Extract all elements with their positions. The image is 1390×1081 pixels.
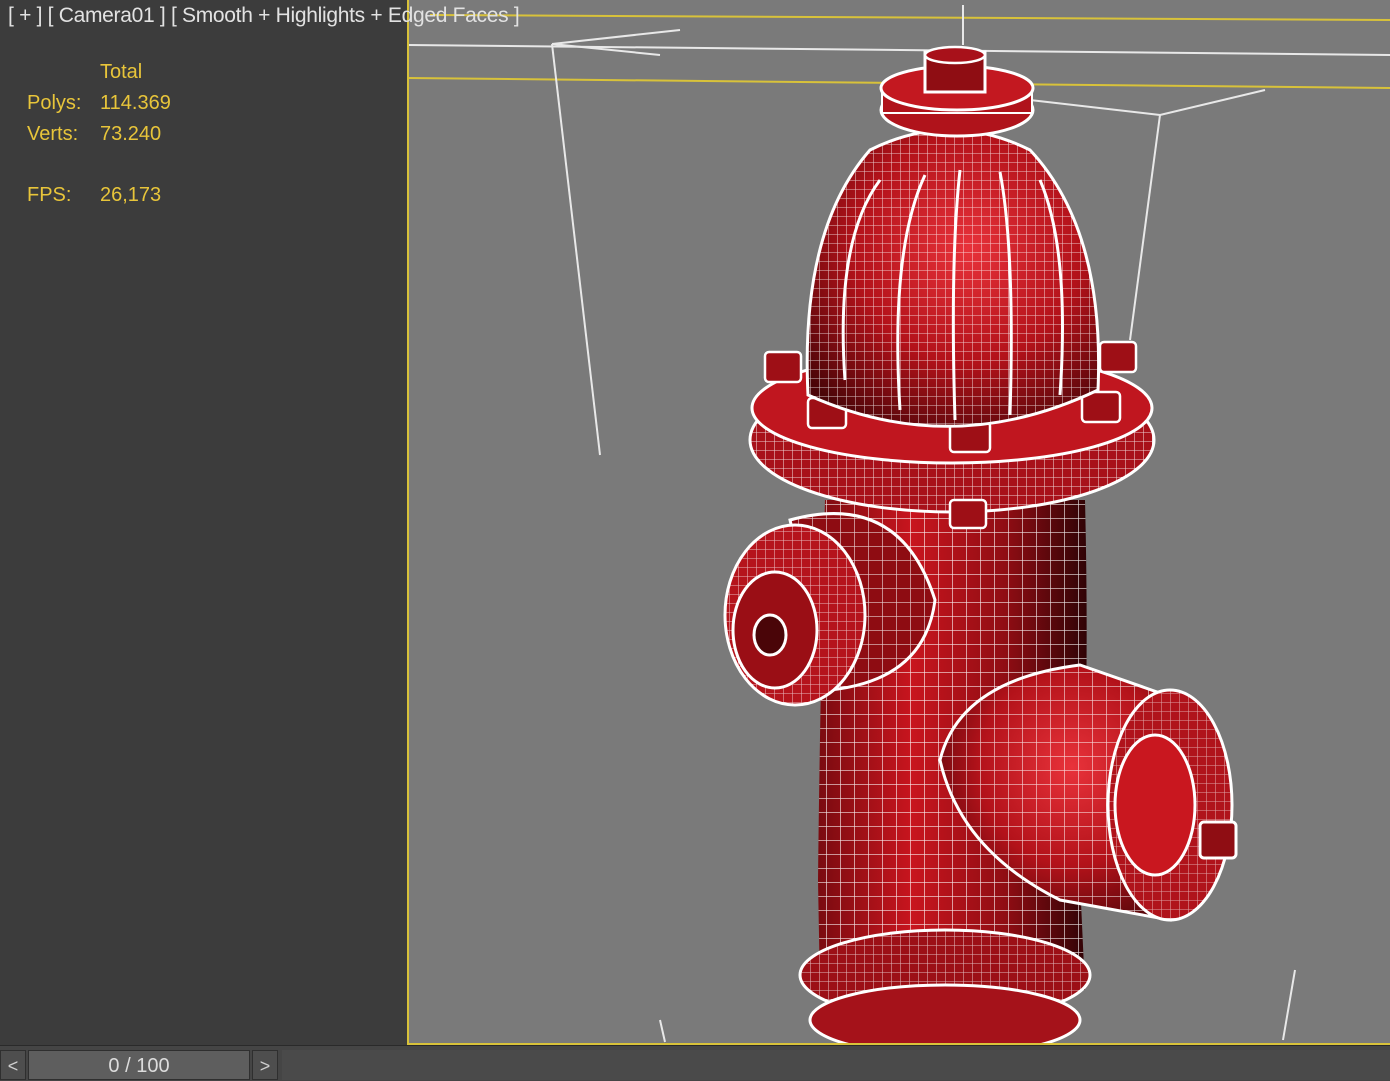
time-slider-bar: < 0 / 100 > [0,1045,1390,1081]
hydrant-dome [805,45,1101,428]
viewport-label-menu[interactable]: [ + ] [ Camera01 ] [ Smooth + Highlights… [8,4,520,28]
stats-fps-value: 26,173 [100,184,162,206]
timeline-track[interactable] [282,1050,1390,1080]
stats-verts-value: 73.240 [100,123,162,145]
time-slider-thumb[interactable]: 0 / 100 [28,1050,250,1080]
chevron-left-icon[interactable]: < [0,1050,26,1080]
stats-polys-label: Polys: [27,92,82,114]
viewport-stats-panel: Total Polys: 114.369 Verts: 73.240 FPS: … [0,0,407,1045]
chevron-right-icon[interactable]: > [252,1050,278,1080]
stats-fps-label: FPS: [27,184,72,206]
stats-total-header: Total [100,61,143,83]
stats-polys-value: 114.369 [100,92,171,114]
stats-verts-label: Verts: [27,123,79,145]
